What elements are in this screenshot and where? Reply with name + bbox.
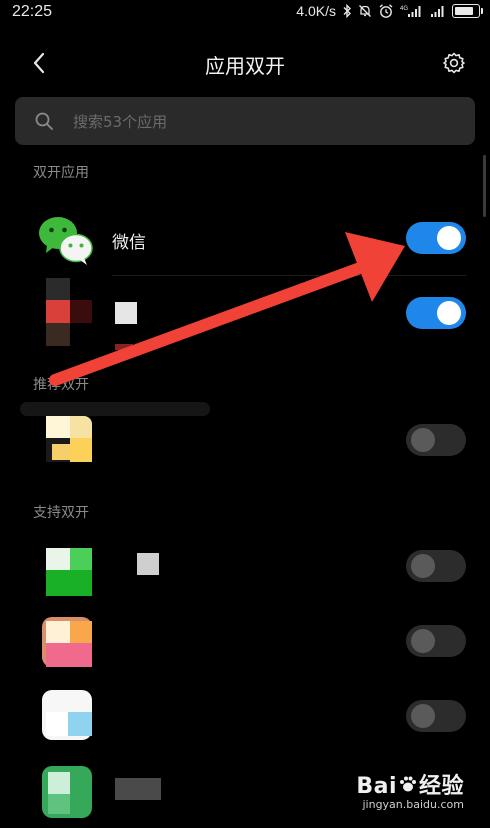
app-icon-blurred (38, 615, 94, 671)
section-header-supported: 支持双开 (33, 505, 89, 521)
toggle-knob (411, 554, 435, 578)
toggle-knob (437, 301, 461, 325)
title-bar: 应用双开 (0, 36, 490, 90)
signal-icon: 4G (400, 4, 424, 18)
app-row[interactable] (0, 609, 490, 681)
search-input[interactable] (71, 109, 455, 135)
watermark-brand: Bai 经验 (356, 768, 464, 800)
alarm-icon (378, 3, 394, 19)
app-icon-blurred (38, 686, 94, 742)
app-name-blurred (115, 302, 137, 324)
app-icon-blurred (38, 764, 94, 820)
search-box[interactable] (15, 97, 475, 145)
settings-button[interactable] (440, 49, 468, 77)
toggle-knob (411, 629, 435, 653)
app-name: 微信 (112, 233, 146, 253)
watermark-url: jingyan.baidu.com (362, 798, 464, 811)
toggle-knob (437, 226, 461, 250)
cell-signal-icon (430, 4, 446, 18)
gear-icon (443, 52, 465, 74)
page-title: 应用双开 (205, 54, 285, 78)
dual-toggle[interactable] (406, 700, 466, 732)
app-icon-blurred (38, 412, 94, 466)
dual-toggle-wechat[interactable] (406, 222, 466, 254)
app-row[interactable] (0, 408, 490, 480)
dual-toggle[interactable] (406, 550, 466, 582)
app-row[interactable] (0, 536, 490, 608)
baidu-paw-icon (398, 774, 418, 800)
wechat-icon (38, 211, 93, 265)
dual-toggle[interactable] (406, 625, 466, 657)
app-icon-blurred (38, 546, 94, 600)
app-name-blurred (137, 553, 159, 575)
network-speed: 4.0K/s (296, 3, 336, 19)
app-name-blurred (115, 778, 161, 800)
app-row-wechat[interactable]: 微信 (0, 203, 490, 275)
toggle-knob (411, 428, 435, 452)
watermark-brand-right: 经验 (418, 774, 464, 799)
divider (112, 275, 466, 276)
bluetooth-icon (342, 4, 352, 18)
search-icon (35, 112, 53, 130)
section-header-dual-apps: 双开应用 (33, 165, 89, 181)
app-icon-blurred (38, 278, 98, 346)
watermark-brand-left: Bai (356, 774, 397, 799)
toggle-knob (411, 704, 435, 728)
app-row[interactable] (0, 682, 490, 754)
network-type-label: 4G (400, 6, 408, 12)
mute-icon (358, 4, 372, 18)
app-row[interactable] (0, 278, 490, 350)
status-icons: 4.0K/s 4G (296, 3, 483, 19)
battery-icon (452, 4, 483, 18)
status-bar: 22:25 4.0K/s 4G (0, 0, 490, 26)
dual-toggle[interactable] (406, 297, 466, 329)
baidu-jingyan-watermark: Bai 经验 jingyan.baidu.com (356, 768, 464, 811)
dual-toggle[interactable] (406, 424, 466, 456)
section-header-recommended: 推荐双开 (33, 377, 89, 393)
app-name-blurred-detail (115, 344, 133, 350)
status-time: 22:25 (12, 3, 53, 20)
